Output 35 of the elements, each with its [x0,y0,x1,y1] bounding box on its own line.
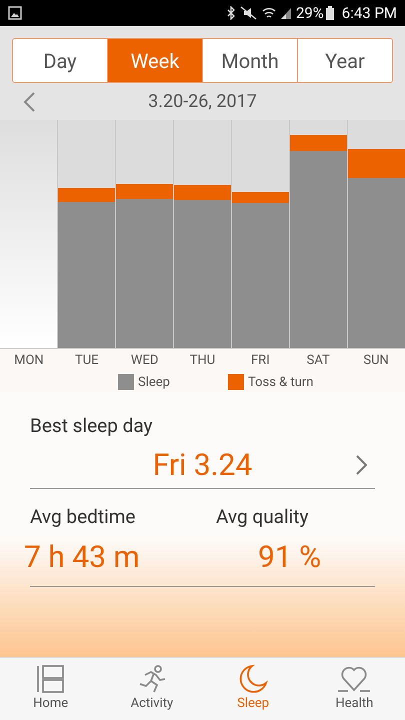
best-sleep-label: Best sleep day [30,413,154,439]
day-label: SUN [362,352,390,370]
stat-label: Avg bedtime [30,504,136,530]
nav-item[interactable]: Home [0,658,102,720]
date-range: 3.20-26, 2017 [148,90,257,114]
heart-icon [337,664,372,694]
mute-icon [240,6,258,20]
bluetooth-icon [226,6,236,20]
image-icon [8,6,22,20]
toss-turn-bar [232,192,289,203]
stat-value: 7 h 43 m [24,539,141,577]
day-label: MON [13,352,45,370]
day-label: THU [188,352,216,370]
forward-chevron-icon [355,455,367,475]
battery-percent: 29% [296,2,324,24]
best-sleep-value: Fri 3.24 [152,446,252,484]
legend-label: Toss & turn [248,374,314,392]
nav-item[interactable]: Activity [101,658,202,720]
day-label: SAT [306,352,331,370]
signal-icon [280,6,292,20]
battery-icon [326,6,334,20]
clock: 6:43 PM [342,2,397,24]
period-tab[interactable]: Year [297,39,392,82]
stat-value: 91 % [257,539,322,577]
day-label: FRI [250,352,271,370]
day-label: TUE [74,352,100,370]
stat-label: Avg quality [216,504,310,530]
toss-turn-bar [116,184,173,199]
day-label: WED [130,352,160,370]
toss-turn-bar [174,185,231,200]
back-chevron-icon[interactable] [22,92,36,112]
wifi-icon [262,6,276,20]
legend-label: Sleep [138,374,170,392]
nav-item[interactable]: Health [304,658,405,720]
toss-turn-bar [58,188,115,202]
